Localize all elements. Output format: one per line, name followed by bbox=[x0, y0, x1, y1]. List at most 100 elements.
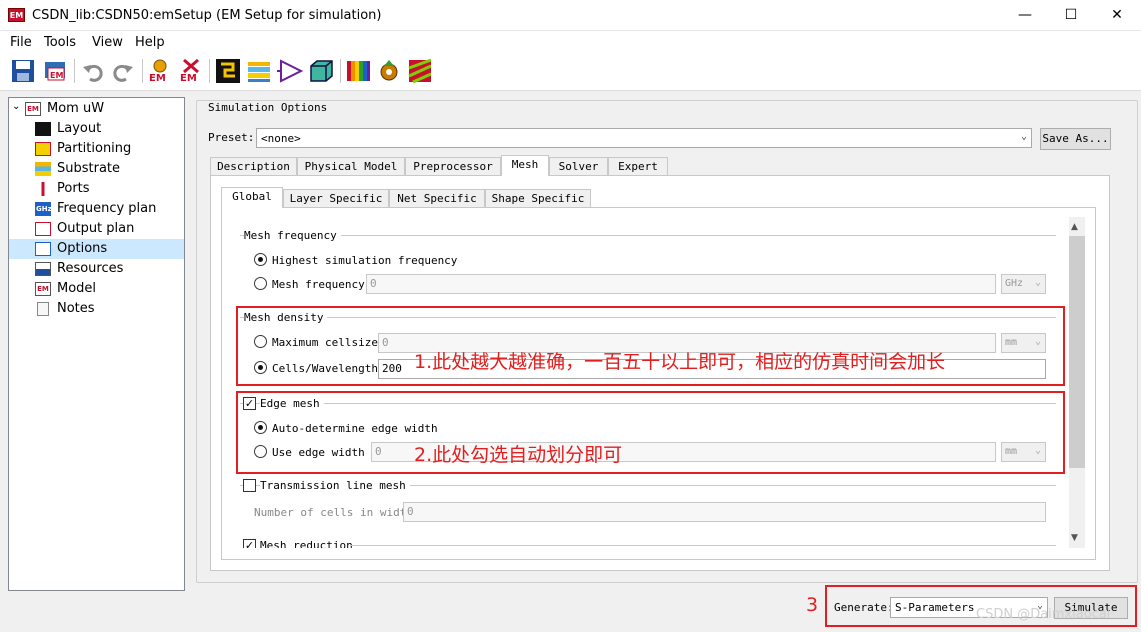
mesh-frequency-title: Mesh frequency bbox=[244, 229, 341, 242]
scroll-thumb[interactable] bbox=[1069, 236, 1085, 468]
subtab-net-specific[interactable]: Net Specific bbox=[389, 189, 485, 208]
chevron-down-icon: ⌄ bbox=[1020, 131, 1027, 142]
tree-item-layout[interactable]: Layout bbox=[9, 119, 184, 139]
close-button[interactable]: ✕ bbox=[1094, 0, 1140, 31]
em-disabled-icon[interactable]: EM bbox=[178, 58, 204, 84]
mesh-reduction-checkbox[interactable]: ✓ bbox=[243, 539, 256, 548]
toolbar: EM EM EM bbox=[0, 53, 1141, 91]
svg-text:EM: EM bbox=[50, 71, 63, 80]
minimize-button[interactable]: — bbox=[1002, 0, 1048, 31]
generate-label: Generate: bbox=[834, 601, 894, 614]
menu-bar: File Tools View Help bbox=[0, 31, 1141, 53]
app-icon: EM bbox=[8, 8, 25, 22]
subtab-shape-specific[interactable]: Shape Specific bbox=[485, 189, 591, 208]
tab-physical-model[interactable]: Physical Model bbox=[297, 157, 405, 176]
title-bar: EM CSDN_lib:CSDN50:emSetup (EM Setup for… bbox=[0, 0, 1141, 31]
preset-value: <none> bbox=[261, 132, 301, 145]
annotation-box-edge bbox=[236, 391, 1065, 474]
em-label: EM bbox=[180, 73, 197, 84]
preset-select[interactable]: <none> ⌄ bbox=[256, 128, 1032, 148]
cells-in-width-input[interactable]: 0 bbox=[403, 502, 1046, 522]
mesh-freq-input[interactable]: 0 bbox=[366, 274, 996, 294]
highest-freq-label: Highest simulation frequency bbox=[272, 254, 458, 267]
em-setup-icon[interactable]: EM bbox=[147, 58, 173, 84]
mesh-icon[interactable] bbox=[407, 58, 433, 84]
tab-preprocessor[interactable]: Preprocessor bbox=[405, 157, 501, 176]
tree-item-label: Options bbox=[57, 241, 108, 256]
tree-item-output-plan[interactable]: Output plan bbox=[9, 219, 184, 239]
subtab-global[interactable]: Global bbox=[221, 187, 283, 208]
frequency-icon: GHz bbox=[35, 202, 52, 216]
tree-item-label: Layout bbox=[57, 121, 102, 136]
em-icon: EM bbox=[25, 102, 41, 116]
tree-root-label: Mom uW bbox=[47, 101, 105, 116]
tree-item-label: Partitioning bbox=[57, 141, 132, 156]
annotation-note-2: 2.此处勾选自动划分即可 bbox=[414, 444, 623, 466]
port-icon[interactable] bbox=[277, 58, 304, 84]
undo-icon[interactable] bbox=[80, 58, 106, 84]
chevron-down-icon: ⌄ bbox=[1034, 277, 1041, 288]
tree-item-frequency-plan[interactable]: GHz Frequency plan bbox=[9, 199, 184, 219]
substrate-icon bbox=[35, 162, 51, 176]
preset-label: Preset: bbox=[208, 131, 255, 144]
mesh-freq-unit-select[interactable]: GHz ⌄ bbox=[1001, 274, 1046, 294]
3d-view-icon[interactable] bbox=[308, 58, 334, 84]
layout-icon[interactable] bbox=[215, 58, 241, 84]
group-title: Simulation Options bbox=[206, 101, 330, 114]
em-label: EM bbox=[149, 73, 166, 84]
tree-item-label: Model bbox=[57, 281, 97, 296]
tree-item-model[interactable]: EM Model bbox=[9, 279, 184, 299]
tree-item-ports[interactable]: Ports bbox=[9, 179, 184, 199]
tree-item-label: Substrate bbox=[57, 161, 121, 176]
partitioning-icon bbox=[35, 142, 51, 156]
notes-icon bbox=[37, 302, 49, 316]
annotation-box-density bbox=[236, 306, 1065, 386]
annotation-note-1: 1.此处越大越准确，一百五十以上即可，相应的仿真时间会加长 bbox=[414, 351, 946, 373]
tab-solver[interactable]: Solver bbox=[549, 157, 608, 176]
chevron-down-icon[interactable]: ▼ bbox=[1071, 533, 1078, 543]
tree-item-notes[interactable]: Notes bbox=[9, 299, 184, 319]
menu-tools[interactable]: Tools bbox=[44, 35, 76, 50]
output-icon bbox=[35, 222, 51, 236]
menu-help[interactable]: Help bbox=[135, 35, 165, 50]
chevron-down-icon[interactable]: ⌄ bbox=[12, 101, 20, 112]
maximize-button[interactable]: ☐ bbox=[1048, 0, 1094, 31]
tree-item-label: Frequency plan bbox=[57, 201, 157, 216]
unit-value: GHz bbox=[1005, 278, 1024, 289]
highest-freq-radio[interactable] bbox=[254, 253, 267, 266]
setup-tree[interactable]: ⌄ EM Mom uW Layout Partitioning Substrat… bbox=[8, 97, 185, 591]
tree-item-partitioning[interactable]: Partitioning bbox=[9, 139, 184, 159]
chevron-up-icon[interactable]: ▲ bbox=[1071, 222, 1078, 232]
menu-view[interactable]: View bbox=[92, 35, 123, 50]
tree-item-label: Notes bbox=[57, 301, 95, 316]
frequency-icon[interactable] bbox=[376, 58, 402, 84]
save-em-icon[interactable]: EM bbox=[42, 58, 68, 84]
save-icon[interactable] bbox=[10, 58, 36, 84]
mesh-reduction-label: Mesh reduction bbox=[260, 539, 357, 548]
tline-mesh-checkbox[interactable] bbox=[243, 479, 256, 492]
mesh-freq-radio[interactable] bbox=[254, 277, 267, 290]
tree-item-label: Output plan bbox=[57, 221, 135, 236]
tree-root[interactable]: ⌄ EM Mom uW bbox=[9, 99, 184, 119]
ports-icon bbox=[35, 182, 51, 196]
tree-item-label: Resources bbox=[57, 261, 124, 276]
tab-mesh[interactable]: Mesh bbox=[501, 155, 549, 176]
save-as-button[interactable]: Save As... bbox=[1040, 128, 1111, 150]
tab-description[interactable]: Description bbox=[210, 157, 297, 176]
model-icon: EM bbox=[35, 282, 51, 296]
generate-value: S-Parameters bbox=[895, 601, 975, 614]
substrate-icon[interactable] bbox=[246, 58, 272, 84]
tree-item-substrate[interactable]: Substrate bbox=[9, 159, 184, 179]
tree-item-label: Ports bbox=[57, 181, 90, 196]
annotation-note-3: 3 bbox=[806, 594, 819, 616]
window-title: CSDN_lib:CSDN50:emSetup (EM Setup for si… bbox=[32, 8, 382, 23]
spectrum-icon[interactable] bbox=[345, 58, 371, 84]
tree-item-options[interactable]: Options bbox=[9, 239, 184, 259]
menu-file[interactable]: File bbox=[10, 35, 32, 50]
tree-item-resources[interactable]: Resources bbox=[9, 259, 184, 279]
watermark: CSDN @Daimxiaocai bbox=[976, 607, 1111, 622]
subtab-layer-specific[interactable]: Layer Specific bbox=[283, 189, 389, 208]
cells-in-width-label: Number of cells in width bbox=[254, 506, 413, 519]
tab-expert[interactable]: Expert bbox=[608, 157, 668, 176]
redo-icon[interactable] bbox=[110, 58, 136, 84]
